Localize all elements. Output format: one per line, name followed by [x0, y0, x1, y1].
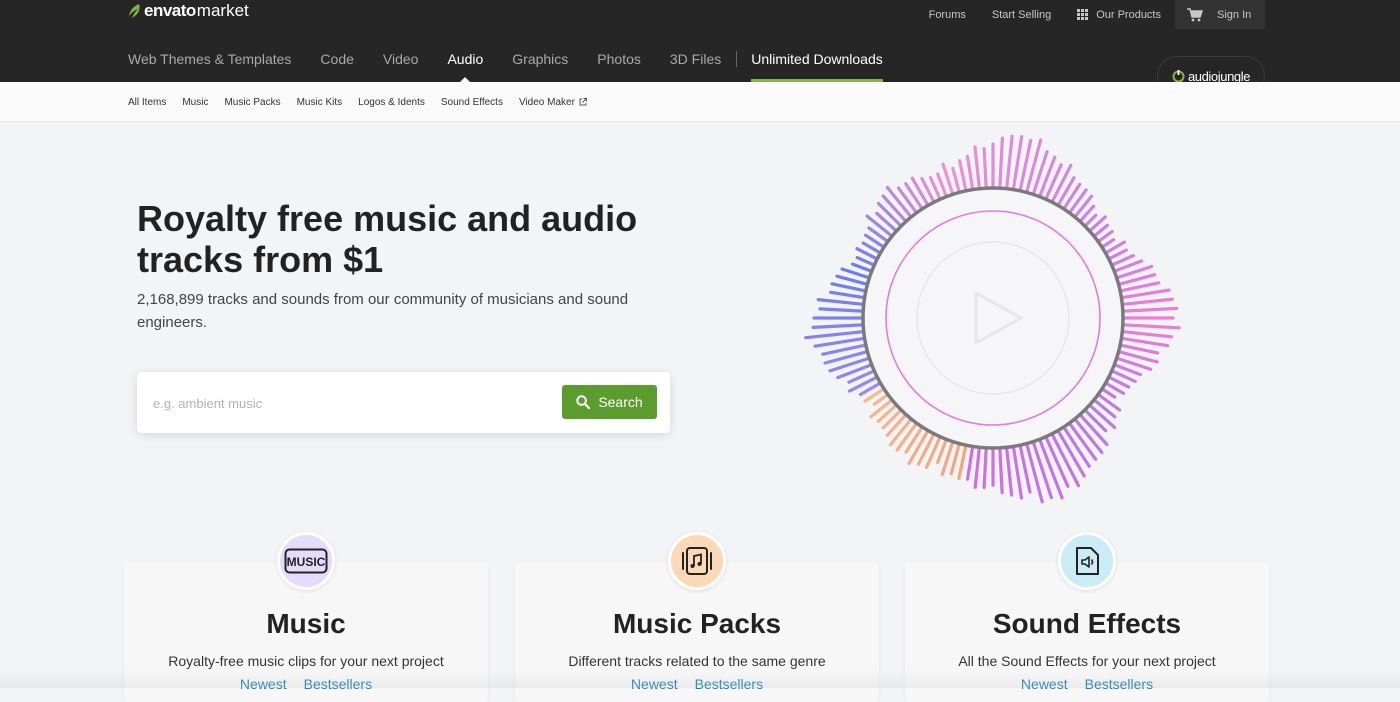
bestsellers-link[interactable]: Bestsellers [695, 676, 763, 692]
waveform-bar [818, 307, 869, 313]
music-label-icon: MUSIC [284, 548, 328, 574]
card-title: Music Packs [612, 608, 782, 639]
nav-divider [736, 51, 738, 67]
bestsellers-link[interactable]: Bestsellers [1085, 676, 1153, 692]
subnav-logos-idents[interactable]: Logos & Idents [358, 97, 425, 108]
card-title: Music [266, 608, 346, 639]
card-description: All the Sound Effects for your next proj… [958, 653, 1216, 669]
music-pack-icon [682, 547, 712, 575]
music-badge: MUSIC [277, 532, 335, 590]
card-description: Different tracks related to the same gen… [568, 653, 826, 669]
waveform-bar [998, 442, 1004, 495]
logo-suffix-text: market [196, 1, 249, 20]
disc-outer-ring [861, 186, 1125, 450]
nav-video[interactable]: Video [383, 44, 419, 82]
external-link-icon [579, 98, 587, 106]
sign-in-button[interactable]: Sign In [1175, 0, 1265, 29]
subnav-music-packs[interactable]: Music Packs [224, 97, 280, 108]
subnav-video-maker[interactable]: Video Maker [519, 97, 587, 108]
audiojungle-logo-icon [1172, 70, 1185, 83]
waveform-bar [998, 136, 1004, 194]
envato-leaf-icon [129, 4, 140, 18]
hero-subtitle: 2,168,899 tracks and sounds from our com… [137, 291, 629, 331]
search-box: Search [137, 372, 670, 433]
waveform-bar [1004, 441, 1014, 497]
cart-icon [1187, 7, 1203, 21]
nav-code[interactable]: Code [320, 44, 353, 82]
main-nav: Web Themes & Templates Code Video Audio … [128, 44, 912, 82]
grid-icon [1077, 9, 1089, 20]
waveform-bar [973, 441, 982, 489]
forums-link[interactable]: Forums [929, 9, 966, 21]
nav-unlimited-downloads[interactable]: Unlimited Downloads [751, 44, 883, 82]
waveform-bar [982, 442, 988, 490]
card-description: Royalty-free music clips for your next p… [168, 653, 444, 669]
newest-link[interactable]: Newest [631, 676, 678, 692]
search-button-label: Search [598, 394, 643, 410]
search-icon [576, 395, 591, 409]
card-title: Sound Effects [992, 608, 1182, 639]
sound-file-icon [1076, 547, 1099, 575]
waveform-bar [1004, 134, 1014, 195]
sub-nav: All Items Music Music Packs Music Kits L… [0, 82, 1400, 122]
hero-title: Royalty free music and audio tracks from… [137, 198, 638, 280]
nav-photos[interactable]: Photos [597, 44, 641, 82]
sound-effects-badge [1058, 532, 1116, 590]
waveform-bar [804, 329, 870, 340]
music-packs-badge [668, 532, 726, 590]
svg-text:MUSIC: MUSIC [287, 555, 326, 569]
start-selling-link[interactable]: Start Selling [992, 9, 1051, 21]
waveform-bar [1116, 329, 1174, 339]
waveform-bar [1042, 163, 1063, 205]
newest-link[interactable]: Newest [240, 676, 287, 692]
nav-audio[interactable]: Audio [447, 44, 483, 82]
waveform-bar [973, 145, 982, 195]
top-links: Forums Start Selling Our Products Sign I… [929, 0, 1265, 29]
newest-link[interactable]: Newest [1021, 676, 1068, 692]
waveform-bar [1117, 323, 1181, 330]
subnav-music[interactable]: Music [182, 97, 208, 108]
subnav-video-maker-label: Video Maker [518, 96, 575, 108]
envato-market-logo[interactable]: envato market [128, 1, 249, 21]
audio-waveform-illustration [804, 134, 1181, 504]
nav-3d-files[interactable]: 3D Files [670, 44, 721, 82]
waveform-bar [982, 147, 988, 194]
subnav-all-items[interactable]: All Items [128, 97, 166, 108]
waveform-bar [816, 298, 870, 307]
nav-graphics[interactable]: Graphics [512, 44, 568, 82]
category-card-music[interactable]: MUSIC Music Royalty-free music clips for… [124, 532, 488, 702]
bestsellers-link[interactable]: Bestsellers [304, 676, 372, 692]
category-card-music-packs[interactable]: Music Packs Different tracks related to … [515, 532, 879, 702]
waveform-bar [1117, 306, 1179, 313]
search-input[interactable] [153, 392, 533, 414]
our-products-link[interactable]: Our Products [1077, 9, 1161, 21]
category-card-sound-effects[interactable]: Sound Effects All the Sound Effects for … [905, 532, 1269, 702]
nav-web-themes[interactable]: Web Themes & Templates [128, 44, 291, 82]
search-button[interactable]: Search [562, 385, 657, 419]
sign-in-label: Sign In [1217, 8, 1252, 21]
waveform-bar [811, 323, 869, 329]
logo-brand-text: envato [144, 1, 196, 20]
subnav-sound-effects[interactable]: Sound Effects [441, 97, 503, 108]
subnav-music-kits[interactable]: Music Kits [297, 97, 343, 108]
our-products-label: Our Products [1096, 8, 1161, 21]
waveform-bar [1116, 297, 1174, 307]
